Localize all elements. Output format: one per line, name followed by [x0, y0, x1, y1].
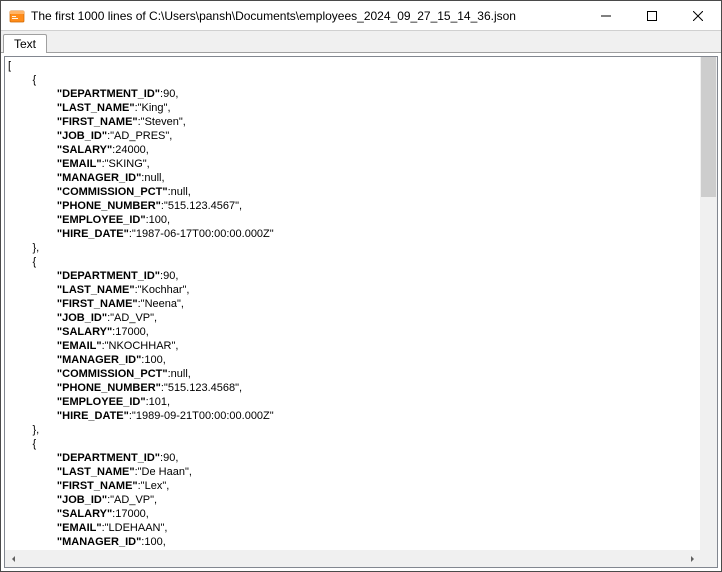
text-viewer: [ { "DEPARTMENT_ID":90, "LAST_NAME":"Kin…: [4, 56, 718, 568]
scroll-left-icon[interactable]: [5, 550, 22, 567]
horizontal-scrollbar[interactable]: [5, 550, 700, 567]
close-button[interactable]: [675, 1, 721, 31]
vertical-scrollbar[interactable]: [700, 57, 717, 550]
minimize-button[interactable]: [583, 1, 629, 31]
tab-text[interactable]: Text: [3, 34, 47, 53]
vertical-scrollbar-thumb[interactable]: [701, 57, 716, 197]
content-area: [ { "DEPARTMENT_ID":90, "LAST_NAME":"Kin…: [1, 53, 721, 571]
window-title: The first 1000 lines of C:\Users\pansh\D…: [31, 9, 583, 23]
scroll-right-icon[interactable]: [683, 550, 700, 567]
titlebar: The first 1000 lines of C:\Users\pansh\D…: [1, 1, 721, 31]
maximize-button[interactable]: [629, 1, 675, 31]
tab-bar: Text: [1, 31, 721, 53]
app-icon: [9, 8, 25, 24]
window-buttons: [583, 1, 721, 30]
scroll-corner: [700, 550, 717, 567]
json-text-content[interactable]: [ { "DEPARTMENT_ID":90, "LAST_NAME":"Kin…: [5, 57, 700, 550]
